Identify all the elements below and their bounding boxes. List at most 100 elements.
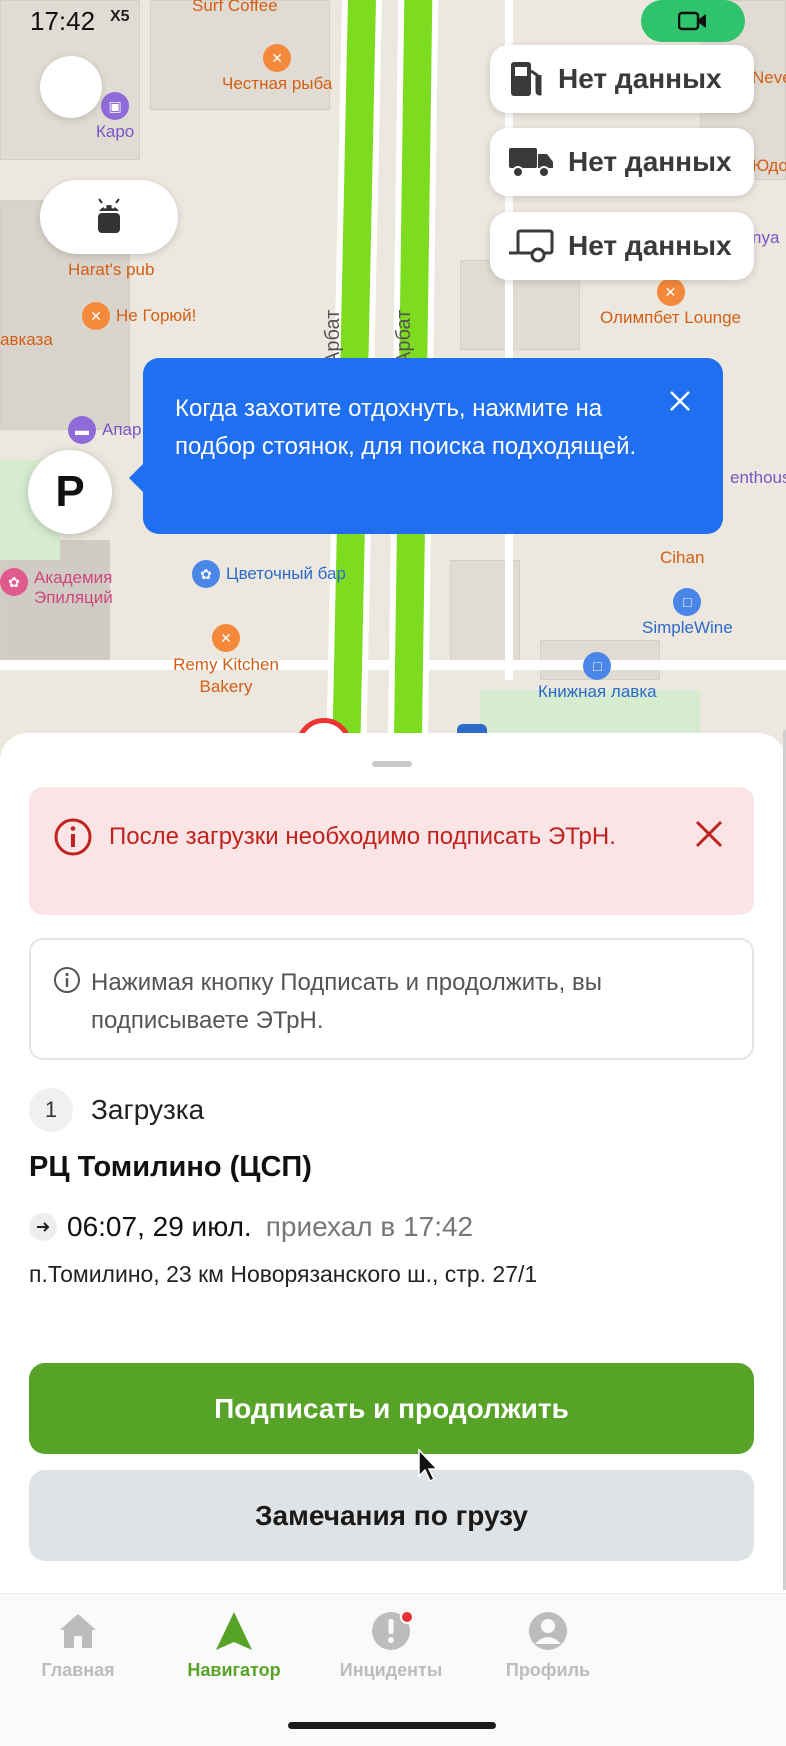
tab-label: Инциденты bbox=[339, 1660, 443, 1680]
poi-nya[interactable]: nya bbox=[752, 228, 779, 248]
tab-navigator[interactable]: Навигатор bbox=[159, 1610, 309, 1681]
user-location-button[interactable] bbox=[40, 56, 102, 118]
camera-badge[interactable] bbox=[641, 0, 745, 42]
poi-label: Книжная лавка bbox=[538, 682, 657, 701]
parking-search-button[interactable]: P bbox=[28, 450, 112, 534]
shopping-bag-icon: □ bbox=[673, 588, 702, 616]
poi-label: Remy Kitchen Bakery bbox=[173, 655, 279, 696]
poi-label: enthous bbox=[730, 468, 786, 487]
poi-label: Олимпбет Lounge bbox=[600, 308, 742, 327]
poi-ne-goryui[interactable]: ✕ Не Горюй! bbox=[82, 302, 196, 330]
poi-label: Каро bbox=[96, 122, 135, 141]
poi-knizhnaya-lavka[interactable]: □ Книжная лавка bbox=[538, 652, 657, 702]
poi-label: авказа bbox=[0, 330, 53, 349]
poi-kavkaza[interactable]: авказа bbox=[0, 330, 53, 350]
poi-label: Академия Эпиляций bbox=[34, 568, 113, 607]
trailer-chip-label: Нет данных bbox=[568, 230, 732, 261]
tab-home[interactable]: Главная bbox=[3, 1610, 153, 1681]
close-icon[interactable] bbox=[694, 819, 724, 849]
poi-label: Harat's pub bbox=[68, 260, 155, 279]
status-carrier: X5 bbox=[110, 8, 130, 25]
poi-label: Честная рыба bbox=[222, 74, 333, 93]
fuel-icon bbox=[511, 62, 542, 96]
map-view[interactable]: Арбат Арбат Surf Coffee ✕ Честная рыба ▣… bbox=[0, 0, 786, 760]
poi-tsvetochny-bar[interactable]: ✿ Цветочный бар bbox=[192, 560, 346, 588]
sign-alert: После загрузки необходимо подписать ЭТрН… bbox=[29, 787, 754, 915]
poi-olimpbet[interactable]: ✕ Олимпбет Lounge bbox=[600, 278, 741, 328]
tab-profile[interactable]: Профиль bbox=[473, 1610, 623, 1681]
poi-surf-coffee[interactable]: Surf Coffee bbox=[192, 0, 278, 16]
poi-label: Не Горюй! bbox=[116, 306, 197, 325]
incident-badge bbox=[400, 1610, 414, 1624]
street-label: Арбат bbox=[322, 309, 344, 365]
truck-chip[interactable]: Нет данных bbox=[490, 128, 754, 196]
poi-label: Cihan bbox=[660, 548, 705, 567]
home-indicator[interactable] bbox=[288, 1722, 496, 1729]
truck-icon bbox=[509, 148, 553, 178]
home-icon bbox=[60, 1614, 96, 1648]
poi-cihan[interactable]: Cihan bbox=[660, 548, 704, 568]
street-label: Арбат bbox=[393, 309, 415, 365]
poi-label: Апар bbox=[102, 420, 142, 439]
arrived-time: приехал в 17:42 bbox=[265, 1211, 474, 1242]
address: п.Томилино, 23 км Новорязанского ш., стр… bbox=[29, 1261, 538, 1287]
arrow-right-icon bbox=[29, 1213, 57, 1241]
time-row: 06:07, 29 июл. приехал в 17:42 bbox=[29, 1211, 473, 1243]
trailer-icon bbox=[509, 229, 554, 263]
video-camera-icon bbox=[678, 11, 706, 31]
profile-icon bbox=[529, 1612, 567, 1650]
debug-button[interactable] bbox=[40, 180, 178, 254]
mouse-cursor-icon bbox=[418, 1448, 439, 1483]
restaurant-icon: ✕ bbox=[656, 278, 685, 306]
android-icon bbox=[98, 198, 120, 233]
beauty-icon: ✿ bbox=[0, 568, 28, 596]
step-title: Загрузка bbox=[91, 1094, 205, 1125]
poi-chestnaya-ryba[interactable]: ✕ Честная рыба bbox=[222, 44, 332, 94]
sheet-drag-handle[interactable] bbox=[372, 761, 412, 767]
navigator-icon bbox=[216, 1612, 252, 1650]
step-header: 1 Загрузка bbox=[29, 1088, 204, 1132]
poi-neve[interactable]: Neve bbox=[752, 68, 786, 88]
poi-remy-kitchen[interactable]: ✕ Remy Kitchen Bakery bbox=[156, 624, 296, 698]
tab-label: Профиль bbox=[505, 1660, 591, 1680]
poi-label: Surf Coffee bbox=[192, 0, 278, 15]
poi-label: Neve bbox=[752, 68, 786, 87]
poi-akademiya[interactable]: ✿ Академия Эпиляций bbox=[0, 568, 144, 608]
cargo-remarks-button[interactable]: Замечания по грузу bbox=[29, 1470, 754, 1561]
poi-simplewine[interactable]: □ SimpleWine bbox=[642, 588, 733, 638]
poi-label: SimpleWine bbox=[642, 618, 733, 637]
tooltip-text: Когда захотите отдохнуть, нажмите на под… bbox=[175, 395, 637, 460]
tab-label: Главная bbox=[41, 1660, 115, 1680]
poi-enthous[interactable]: enthous bbox=[730, 468, 786, 488]
restaurant-icon: ✕ bbox=[263, 44, 292, 72]
info-icon bbox=[54, 967, 80, 993]
poi-label: Юдо bbox=[752, 156, 786, 175]
warning-icon bbox=[54, 818, 92, 856]
shopping-bag-icon: □ bbox=[583, 652, 612, 680]
planned-time: 06:07, 29 июл. bbox=[67, 1211, 252, 1242]
truck-chip-label: Нет данных bbox=[568, 146, 732, 177]
sign-and-continue-button[interactable]: Подписать и продолжить bbox=[29, 1363, 754, 1454]
sign-note: Нажимая кнопку Подписать и продолжить, в… bbox=[29, 938, 754, 1060]
place-title: РЦ Томилино (ЦСП) bbox=[29, 1151, 312, 1183]
step-number: 1 bbox=[29, 1088, 73, 1132]
poi-apart[interactable]: ▬ Апар bbox=[68, 416, 141, 444]
hotel-icon: ▬ bbox=[68, 416, 96, 444]
tab-incidents[interactable]: Инциденты bbox=[316, 1610, 466, 1681]
fuel-chip-label: Нет данных bbox=[558, 63, 722, 94]
poi-harats-pub[interactable]: Harat's pub bbox=[68, 260, 154, 280]
restaurant-icon: ✕ bbox=[82, 302, 110, 330]
briefcase-icon: ▣ bbox=[101, 92, 130, 120]
poi-karo[interactable]: ▣ Каро bbox=[96, 92, 134, 142]
parking-tooltip: Когда захотите отдохнуть, нажмите на под… bbox=[129, 358, 723, 534]
trailer-chip[interactable]: Нет данных bbox=[490, 212, 754, 280]
flower-icon: ✿ bbox=[192, 560, 220, 588]
bottom-sheet: После загрузки необходимо подписать ЭТрН… bbox=[0, 733, 786, 1593]
fuel-chip[interactable]: Нет данных bbox=[490, 45, 754, 113]
note-text: Нажимая кнопку Подписать и продолжить, в… bbox=[91, 969, 603, 1034]
poi-label: Цветочный бар bbox=[226, 564, 346, 583]
close-icon[interactable] bbox=[667, 388, 693, 414]
poi-yudo[interactable]: Юдо bbox=[752, 156, 786, 176]
restaurant-icon: ✕ bbox=[212, 624, 240, 652]
poi-label: nya bbox=[752, 228, 780, 247]
